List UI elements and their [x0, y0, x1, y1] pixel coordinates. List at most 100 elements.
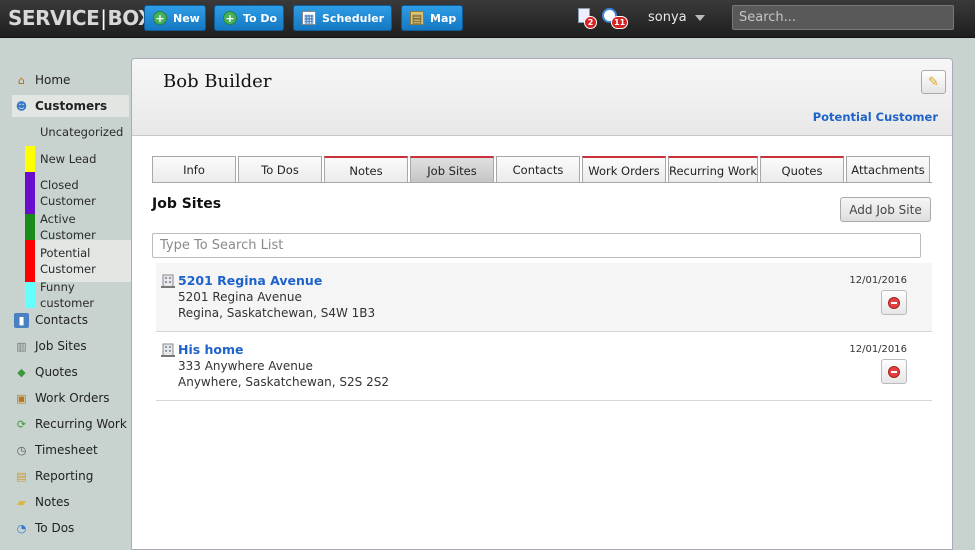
category-potential-customer[interactable]: Potential Customer	[25, 240, 131, 282]
category-uncategorized[interactable]: Uncategorized	[25, 122, 131, 142]
building-icon	[161, 343, 175, 357]
app-logo[interactable]: SERVICE|BOX	[8, 6, 153, 30]
sidebar-item-label: Work Orders	[35, 391, 110, 405]
tab-label: Work Orders	[588, 163, 660, 178]
customer-status-link[interactable]: Potential Customer	[813, 110, 938, 124]
new-button[interactable]: + New	[144, 5, 206, 31]
scheduler-button-label: Scheduler	[322, 11, 385, 25]
plus-circle-icon: +	[223, 11, 237, 25]
plus-circle-icon: +	[153, 11, 167, 25]
tab-recurring-work[interactable]: Recurring Work	[668, 156, 758, 183]
sidebar-item-timesheet[interactable]: ◷ Timesheet	[14, 439, 98, 461]
category-closed-customer[interactable]: Closed Customer	[25, 172, 131, 214]
work-orders-icon: ▣	[16, 391, 27, 405]
list-item: His home 333 Anywhere Avenue Anywhere, S…	[156, 332, 932, 401]
sidebar-item-home[interactable]: ⌂ Home	[14, 69, 70, 91]
category-color-bar	[25, 146, 35, 172]
document-alerts[interactable]: 2	[576, 8, 598, 30]
sidebar-item-label: Notes	[35, 495, 70, 509]
customer-name: Bob Builder	[163, 71, 272, 92]
username: sonya	[648, 10, 687, 25]
job-site-name-link[interactable]: His home	[178, 342, 244, 357]
todo-button[interactable]: + To Do	[214, 5, 284, 31]
sidebar-item-label: Reporting	[35, 469, 94, 483]
delete-job-site-button[interactable]	[881, 359, 907, 384]
clock-icon: ◷	[16, 443, 27, 457]
sidebar-item-label: Job Sites	[35, 339, 87, 353]
tab-contacts[interactable]: Contacts	[496, 156, 580, 183]
sidebar-item-reporting[interactable]: ▤ Reporting	[14, 465, 93, 487]
map-button-label: Map	[430, 11, 457, 25]
sidebar-item-label: Quotes	[35, 365, 78, 379]
sidebar-item-label: Timesheet	[35, 443, 98, 457]
category-color-bar	[25, 282, 35, 308]
recurring-arrows-icon: ⟳	[16, 417, 27, 431]
tab-work-orders[interactable]: Work Orders	[582, 156, 666, 183]
customers-icon: ☻	[15, 99, 28, 113]
tab-label: To Dos	[261, 163, 299, 177]
add-job-site-button[interactable]: Add Job Site	[840, 197, 931, 222]
global-search-input[interactable]	[732, 5, 954, 30]
sidebar-item-label: Home	[35, 73, 71, 87]
notes-icon: ▰	[17, 495, 26, 509]
job-site-name-link[interactable]: 5201 Regina Avenue	[178, 273, 322, 288]
top-bar: SERVICE|BOX + New + To Do ▦ Scheduler ▤ …	[0, 0, 975, 38]
list-item: 5201 Regina Avenue 5201 Regina Avenue Re…	[156, 263, 932, 332]
map-icon: ▤	[410, 11, 424, 25]
job-site-address-line1: 5201 Regina Avenue	[178, 290, 302, 304]
remove-circle-icon	[888, 365, 900, 378]
sidebar-item-quotes[interactable]: ◆ Quotes	[14, 361, 78, 383]
pencil-icon: ✎	[928, 74, 939, 90]
sidebar-item-notes[interactable]: ▰ Notes	[14, 491, 70, 513]
list-search-input[interactable]	[152, 233, 921, 258]
tab-label: Attachments	[851, 163, 925, 177]
sidebar-item-work-orders[interactable]: ▣ Work Orders	[14, 387, 110, 409]
category-color-bar	[25, 240, 35, 282]
scheduler-button[interactable]: ▦ Scheduler	[293, 5, 392, 31]
map-button[interactable]: ▤ Map	[401, 5, 463, 31]
job-site-date: 12/01/2016	[849, 344, 907, 355]
sidebar-item-label: Customers	[35, 99, 108, 113]
document-alert-count: 2	[584, 16, 597, 29]
category-new-lead[interactable]: New Lead	[25, 146, 131, 172]
category-active-customer[interactable]: Active Customer	[25, 212, 131, 242]
sidebar-item-contacts[interactable]: ▮ Contacts	[14, 309, 88, 331]
building-icon	[161, 274, 175, 288]
tab-label: Contacts	[512, 163, 564, 177]
home-icon: ⌂	[18, 73, 25, 87]
sidebar-item-label: Recurring Work	[35, 417, 127, 431]
customer-header: Bob Builder ✎ Potential Customer	[132, 59, 952, 136]
tab-info[interactable]: Info	[152, 156, 236, 183]
tab-notes[interactable]: Notes	[324, 156, 408, 183]
sidebar-item-recurring-work[interactable]: ⟳ Recurring Work	[14, 413, 127, 435]
calendar-icon: ▦	[302, 11, 316, 25]
sidebar-item-to-dos[interactable]: ◔ To Dos	[14, 517, 75, 539]
tab-job-sites[interactable]: Job Sites	[410, 156, 494, 183]
tab-label: Job Sites	[427, 163, 477, 178]
delete-job-site-button[interactable]	[881, 290, 907, 315]
tab-quotes[interactable]: Quotes	[760, 156, 844, 183]
category-label: New Lead	[40, 152, 97, 166]
todo-clock-icon: ◔	[16, 521, 27, 535]
tab-to-dos[interactable]: To Dos	[238, 156, 322, 183]
sidebar-item-label: To Dos	[35, 521, 75, 535]
category-funny-customer[interactable]: Funny customer	[25, 280, 131, 310]
sidebar-item-customers[interactable]: ☻ Customers	[12, 95, 129, 117]
edit-button[interactable]: ✎	[921, 70, 946, 94]
customer-panel: Bob Builder ✎ Potential Customer Info To…	[131, 58, 953, 550]
job-site-date: 12/01/2016	[849, 275, 907, 286]
category-label: Funny customer	[40, 280, 95, 310]
user-menu[interactable]: sonya	[648, 10, 705, 25]
reminder-alert-count: 11	[611, 16, 629, 29]
reminder-alerts[interactable]: 11	[601, 8, 629, 30]
sidebar: ⌂ Home ☻ Customers Uncategorized New Lea…	[0, 38, 131, 550]
tab-attachments[interactable]: Attachments	[846, 156, 930, 183]
tab-label: Recurring Work	[669, 163, 757, 178]
sidebar-item-label: Contacts	[35, 313, 88, 327]
tab-label: Quotes	[781, 163, 823, 178]
building-icon: ▥	[16, 339, 27, 353]
sidebar-item-job-sites[interactable]: ▥ Job Sites	[14, 335, 87, 357]
category-label: Uncategorized	[40, 125, 124, 139]
tab-divider	[152, 182, 932, 183]
logo-text-service: SERVICE	[8, 6, 100, 30]
